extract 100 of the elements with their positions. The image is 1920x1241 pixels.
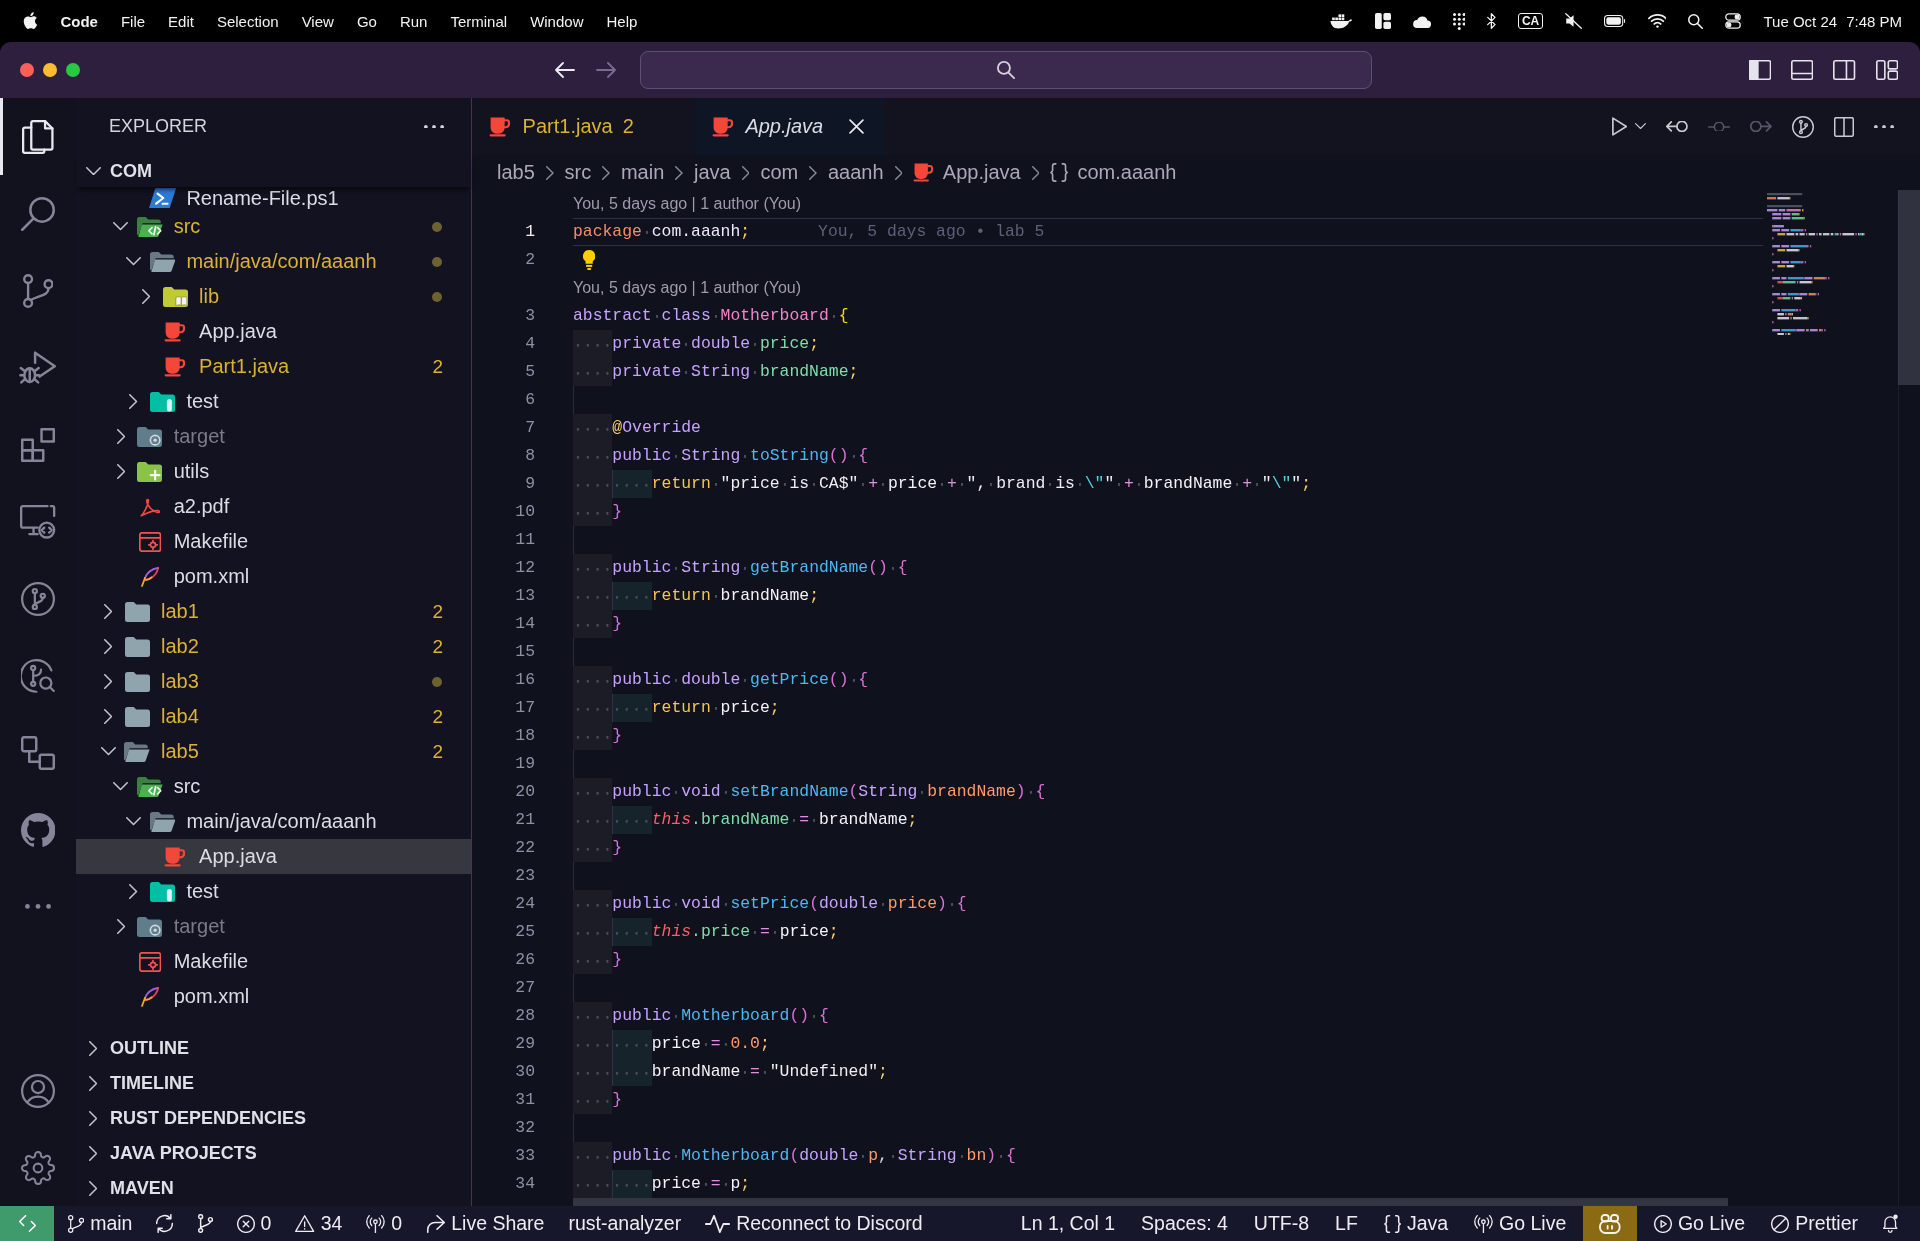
status-item[interactable]: Go Live [1640,1206,1759,1241]
tree-item[interactable]: main/java/com/aaanh [76,244,471,279]
account-icon[interactable] [21,1073,55,1108]
minimap[interactable] [1767,193,1865,336]
tree-item[interactable]: App.java [76,314,471,349]
close-icon[interactable] [848,119,864,134]
arrow-circle-icon[interactable] [1666,121,1688,132]
tree-item[interactable]: target [76,909,471,944]
tree-item[interactable]: a2.pdf [76,489,471,524]
status-item[interactable]: UTF-8 [1240,1206,1323,1241]
sidebar-left-icon[interactable] [1748,60,1772,80]
tree-item[interactable]: Makefile [76,524,471,559]
tree-item[interactable]: lib [76,279,471,314]
status-item[interactable]: Prettier [1758,1206,1871,1241]
status-item[interactable]: Spaces: 4 [1128,1206,1241,1241]
bell-icon[interactable] [1883,1214,1898,1233]
zoom-window-button[interactable] [66,63,80,77]
docker-whale-icon[interactable] [1330,13,1353,29]
status-item[interactable]: Ln 1, Col 1 [1007,1206,1129,1241]
tree-item[interactable]: App.java [76,839,471,874]
section-header[interactable]: JAVA PROJECTS [76,1136,471,1171]
tree-item[interactable]: Makefile [76,944,471,979]
tree-item[interactable]: pom.xml [76,979,471,1014]
chevron-down-icon[interactable] [1635,123,1646,130]
tree-item[interactable]: src [76,769,471,804]
tree-item[interactable]: test [76,874,471,909]
status-item[interactable]: Reconnect to Discord [693,1206,935,1241]
more-actions-icon[interactable] [424,124,444,129]
scrollbar-thumb[interactable] [1898,190,1920,385]
tree-item[interactable]: pom.xml [76,559,471,594]
menu-item[interactable]: Terminal [450,12,508,30]
layout-icon[interactable] [1875,60,1898,80]
bluetooth-icon[interactable] [1487,13,1496,29]
menu-item[interactable]: Help [606,12,638,30]
settings-icon[interactable] [21,1150,55,1185]
wifi-icon[interactable] [1647,14,1667,28]
section-header[interactable]: MAVEN [76,1171,471,1206]
panel-bottom-icon[interactable] [1791,60,1814,80]
battery-icon[interactable] [1604,15,1626,27]
blame-annotation[interactable]: You, 5 days ago | 1 author (You) [573,279,802,297]
play-icon[interactable] [1611,117,1627,136]
breadcrumb-item[interactable]: main [620,161,665,184]
breadcrumb-item[interactable]: App.java [913,161,1021,184]
status-item[interactable]: Java [1370,1206,1462,1241]
sidebar-right-icon[interactable] [1833,60,1856,80]
status-item[interactable]: Live Share [414,1206,557,1241]
breadcrumb-item[interactable]: aaanh [827,161,884,184]
menu-item[interactable]: Go [356,12,377,30]
status-item[interactable]: LF [1322,1206,1371,1241]
tree-item[interactable]: lab4 2 [76,699,471,734]
branch-graph-icon[interactable] [197,1214,213,1233]
section-header[interactable]: TIMELINE [76,1066,471,1101]
menu-item[interactable]: Window [530,12,584,30]
lightbulb-icon[interactable] [583,250,596,270]
close-window-button[interactable] [20,63,34,77]
scrollbar-thumb[interactable] [573,1198,1728,1206]
input-source-menu[interactable]: CA [1517,13,1544,29]
tree-item[interactable]: target [76,419,471,454]
menu-item[interactable]: Run [399,12,428,30]
apple-logo-icon[interactable] [23,12,38,30]
menu-bar-date[interactable]: Tue Oct 24 [1763,12,1838,30]
section-header[interactable]: RUST DEPENDENCIES [76,1101,471,1136]
editor-tab[interactable]: App.java [694,98,885,155]
breadcrumb-item[interactable]: com.aaanh [1050,161,1177,184]
tree-item[interactable]: main/java/com/aaanh [76,804,471,839]
tree-item[interactable]: lab2 2 [76,629,471,664]
cloud-icon[interactable] [1412,14,1431,28]
menu-item[interactable]: Edit [168,12,194,30]
tree-item[interactable]: lab3 [76,664,471,699]
status-item[interactable] [1583,1206,1637,1241]
section-header[interactable]: OUTLINE [76,1031,471,1066]
tree-item[interactable]: Part1.java 2 [76,349,471,384]
command-center-field[interactable] [640,51,1372,89]
more-icon[interactable] [1874,124,1894,129]
tree-item[interactable]: test [76,384,471,419]
branch-circle-icon[interactable] [1792,115,1814,138]
tree-item[interactable]: Rename-File.ps1 [76,187,471,209]
dots-grid-icon[interactable] [1452,12,1466,30]
sync-icon[interactable] [156,1214,174,1233]
minimize-window-button[interactable] [43,63,57,77]
status-item[interactable]: 0 [224,1206,284,1241]
toggles-icon[interactable] [1725,13,1742,29]
menu-item[interactable]: View [301,12,334,30]
menu-bar-clock[interactable]: 7:48 PM [1846,12,1902,30]
tree-item[interactable]: lab1 2 [76,594,471,629]
breadcrumb-item[interactable]: com [760,161,799,184]
editor-tab[interactable]: Part1.java 2 [472,98,695,155]
section-header[interactable]: COM [76,155,471,187]
status-item[interactable]: rust-analyzer [556,1206,694,1241]
search-icon[interactable] [1688,13,1704,29]
back-arrow-icon[interactable] [555,62,575,78]
tree-item[interactable]: lab5 2 [76,734,471,769]
status-item[interactable]: main [56,1206,145,1241]
status-item[interactable]: 34 [283,1206,355,1241]
tree-item[interactable]: src [76,209,471,244]
breadcrumb-item[interactable]: lab5 [497,161,535,184]
menu-item[interactable]: File [120,12,146,30]
blame-annotation[interactable]: You, 5 days ago | 1 author (You) [573,195,802,213]
status-item[interactable]: 0 [354,1206,415,1241]
breadcrumb-item[interactable]: src [564,161,592,184]
